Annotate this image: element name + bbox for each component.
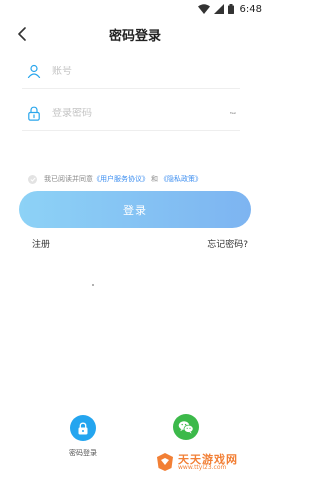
wechat-icon — [178, 421, 194, 434]
login-button-label: 登录 — [123, 203, 147, 217]
wechat-login-option[interactable] — [173, 414, 199, 440]
watermark-logo-icon — [157, 453, 173, 471]
register-link[interactable]: 注册 — [32, 237, 50, 250]
status-icons: 6:48 — [197, 2, 262, 16]
agreement-prefix: 我已阅读并同意 — [44, 175, 93, 183]
battery-icon — [227, 4, 234, 14]
agreement-and: 和 — [151, 175, 158, 183]
password-login-option[interactable] — [70, 415, 96, 441]
agreement-checkbox[interactable] — [28, 174, 37, 184]
decorative-dot — [92, 284, 94, 286]
password-input[interactable] — [52, 107, 226, 119]
user-icon — [26, 63, 42, 79]
user-agreement-link[interactable]: 《用户服务协议》 — [93, 174, 149, 184]
agreement-row: 我已阅读并同意 《用户服务协议》 和 《隐私政策》 — [28, 174, 202, 184]
status-time: 6:48 — [239, 3, 262, 15]
lock-icon — [78, 422, 88, 434]
check-icon — [29, 177, 36, 182]
status-bar: 6:48 — [0, 0, 270, 18]
watermark-title: 天天游戏网 — [178, 452, 238, 466]
wifi-icon — [197, 4, 210, 14]
password-visibility-toggle[interactable]: Feel — [226, 108, 240, 118]
login-button[interactable]: 登录 — [19, 191, 251, 228]
signal-icon — [213, 4, 224, 14]
account-input[interactable] — [52, 65, 240, 77]
password-field: Feel — [22, 96, 240, 131]
password-visibility-toggle-label: Feel — [229, 111, 237, 115]
forgot-password-link[interactable]: 忘记密码? — [207, 237, 248, 250]
password-login-label: 密码登录 — [69, 449, 97, 457]
watermark: 天天游戏网 www.ttyl23.com — [156, 452, 238, 472]
page-title: 密码登录 — [108, 29, 161, 44]
privacy-policy-link[interactable]: 《隐私政策》 — [160, 174, 202, 184]
lock-outline-icon — [26, 105, 42, 121]
account-field — [22, 54, 240, 89]
